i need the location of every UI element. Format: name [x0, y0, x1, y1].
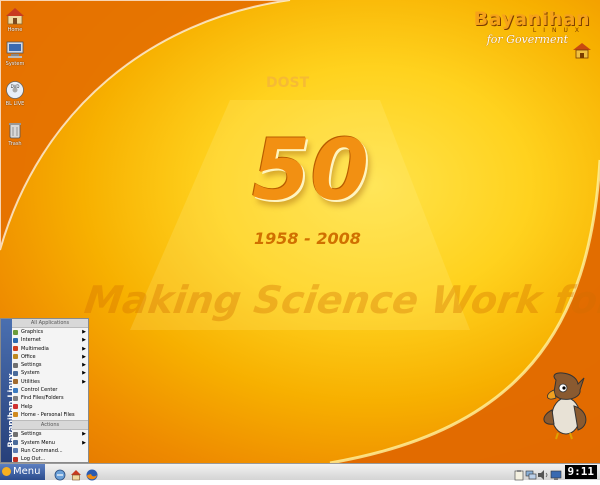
- menu-item-find-files-folders[interactable]: Find Files/Folders: [12, 394, 88, 402]
- menu-item-icon: [13, 456, 18, 462]
- submenu-arrow-icon: ▶: [82, 370, 86, 377]
- menu-action-list: Settings ▶ System Menu ▶ Run Command... Log O…: [12, 430, 88, 463]
- display-icon[interactable]: [550, 466, 562, 480]
- desktop-icon-label: Home: [7, 27, 23, 33]
- submenu-arrow-icon: ▶: [82, 353, 86, 360]
- submenu-arrow-icon: ▶: [82, 439, 86, 446]
- menu-item-icon: [13, 431, 18, 437]
- menu-item-settings[interactable]: Settings ▶: [12, 361, 88, 369]
- desktop-icon-trash[interactable]: Trash: [0, 120, 30, 147]
- menu-item-label: Utilities: [21, 378, 40, 385]
- menu-item-icon: [13, 404, 18, 410]
- taskbar: Menu 9:11: [0, 463, 600, 481]
- menu-item-icon: [13, 448, 18, 454]
- menu-item-label: Settings: [21, 431, 42, 438]
- desktop-icon-dvd[interactable]: DVD BL LIVE: [0, 80, 30, 107]
- menu-item-icon: [13, 362, 18, 368]
- menu-item-icon: [13, 354, 18, 360]
- menu-item-utilities[interactable]: Utilities ▶: [12, 378, 88, 386]
- submenu-arrow-icon: ▶: [82, 362, 86, 369]
- menu-item-settings[interactable]: Settings ▶: [12, 430, 88, 438]
- menu-item-label: Control Center: [21, 387, 58, 394]
- system-launcher-icon[interactable]: [54, 466, 66, 481]
- submenu-arrow-icon: ▶: [82, 431, 86, 438]
- dost-logo: DOST: [266, 75, 310, 91]
- anniversary-years: 1958 - 2008: [254, 229, 361, 248]
- desktop: Home System DVD BL LIVE Trash Bayanihan …: [0, 0, 600, 463]
- menu-header-actions: Actions: [12, 420, 88, 431]
- clipboard-icon[interactable]: [513, 466, 525, 481]
- menu-item-label: Log Out...: [21, 456, 46, 463]
- desktop-icon-label: System: [5, 61, 25, 67]
- menu-item-icon: [13, 329, 18, 335]
- volume-icon[interactable]: [537, 466, 549, 480]
- menu-app-list: Graphics ▶ Internet ▶ Multimedia ▶ Office ▶ Sett…: [12, 328, 88, 419]
- menu-item-control-center[interactable]: Control Center: [12, 386, 88, 394]
- menu-item-label: Graphics: [21, 329, 44, 335]
- submenu-arrow-icon: ▶: [82, 337, 86, 344]
- desktop-icon-system[interactable]: System: [0, 40, 30, 67]
- menu-item-office[interactable]: Office ▶: [12, 353, 88, 361]
- firefox-launcher-icon[interactable]: [86, 466, 98, 481]
- menu-item-icon: [13, 379, 18, 385]
- menu-item-icon: [13, 440, 18, 446]
- bahay-kubo-icon: [572, 42, 592, 64]
- menu-item-help[interactable]: Help: [12, 403, 88, 411]
- menu-item-icon: [13, 387, 18, 393]
- anniversary-number: 50: [252, 121, 369, 219]
- submenu-arrow-icon: ▶: [82, 345, 86, 352]
- home-folder-icon: [5, 6, 25, 26]
- brand-tagline: for Goverment: [486, 33, 568, 46]
- menu-item-label: Help: [21, 403, 33, 410]
- menu-item-run-command[interactable]: Run Command...: [12, 447, 88, 455]
- menu-button-label: Menu: [13, 466, 41, 477]
- menu-item-graphics[interactable]: Graphics ▶: [12, 328, 88, 336]
- clock[interactable]: 9:11: [564, 465, 597, 479]
- svg-text:DVD: DVD: [11, 84, 20, 89]
- menu-item-system-menu[interactable]: System Menu ▶: [12, 439, 88, 447]
- menu-item-internet[interactable]: Internet ▶: [12, 336, 88, 344]
- home-launcher-icon[interactable]: [70, 466, 82, 481]
- menu-item-multimedia[interactable]: Multimedia ▶: [12, 345, 88, 353]
- menu-item-icon: [13, 370, 18, 376]
- desktop-icon-label: Trash: [8, 141, 22, 147]
- menu-item-label: Internet: [21, 337, 41, 344]
- menu-item-icon: [13, 337, 18, 343]
- desktop-icon-home[interactable]: Home: [0, 6, 30, 33]
- submenu-arrow-icon: ▶: [82, 329, 86, 335]
- menu-item-label: Home - Personal Files: [21, 411, 75, 418]
- start-menu-sidebar: Bayanihan Linux: [1, 319, 16, 462]
- submenu-arrow-icon: ▶: [82, 378, 86, 385]
- brand-logo: Bayanihan LINUX for Goverment: [474, 8, 590, 46]
- menu-item-label: Settings: [21, 362, 42, 369]
- trash-icon: [5, 120, 25, 140]
- menu-item-icon: [13, 412, 18, 418]
- dvd-icon: DVD: [5, 80, 25, 100]
- network-icon[interactable]: [525, 466, 537, 480]
- menu-item-icon: [13, 346, 18, 352]
- menu-item-label: Run Command...: [21, 447, 63, 454]
- menu-item-system[interactable]: System ▶: [12, 369, 88, 377]
- start-menu: Bayanihan Linux All Applications Graphic…: [0, 318, 89, 463]
- menu-star-icon: [2, 467, 11, 476]
- menu-item-label: Multimedia: [21, 345, 49, 352]
- menu-header-all-applications: All Applications: [12, 319, 88, 328]
- menu-item-label: Office: [21, 353, 36, 360]
- eagle-mascot-icon: [536, 370, 592, 444]
- computer-icon: [5, 40, 25, 60]
- menu-item-icon: [13, 395, 18, 401]
- menu-item-label: System: [21, 370, 40, 377]
- wallpaper-motto: Making Science Work for You: [81, 278, 600, 322]
- menu-button[interactable]: Menu: [0, 464, 45, 480]
- menu-item-home-personal-files[interactable]: Home - Personal Files: [12, 411, 88, 419]
- menu-item-label: Find Files/Folders: [21, 395, 64, 402]
- menu-item-label: System Menu: [21, 439, 55, 446]
- desktop-icon-label: BL LIVE: [5, 101, 25, 107]
